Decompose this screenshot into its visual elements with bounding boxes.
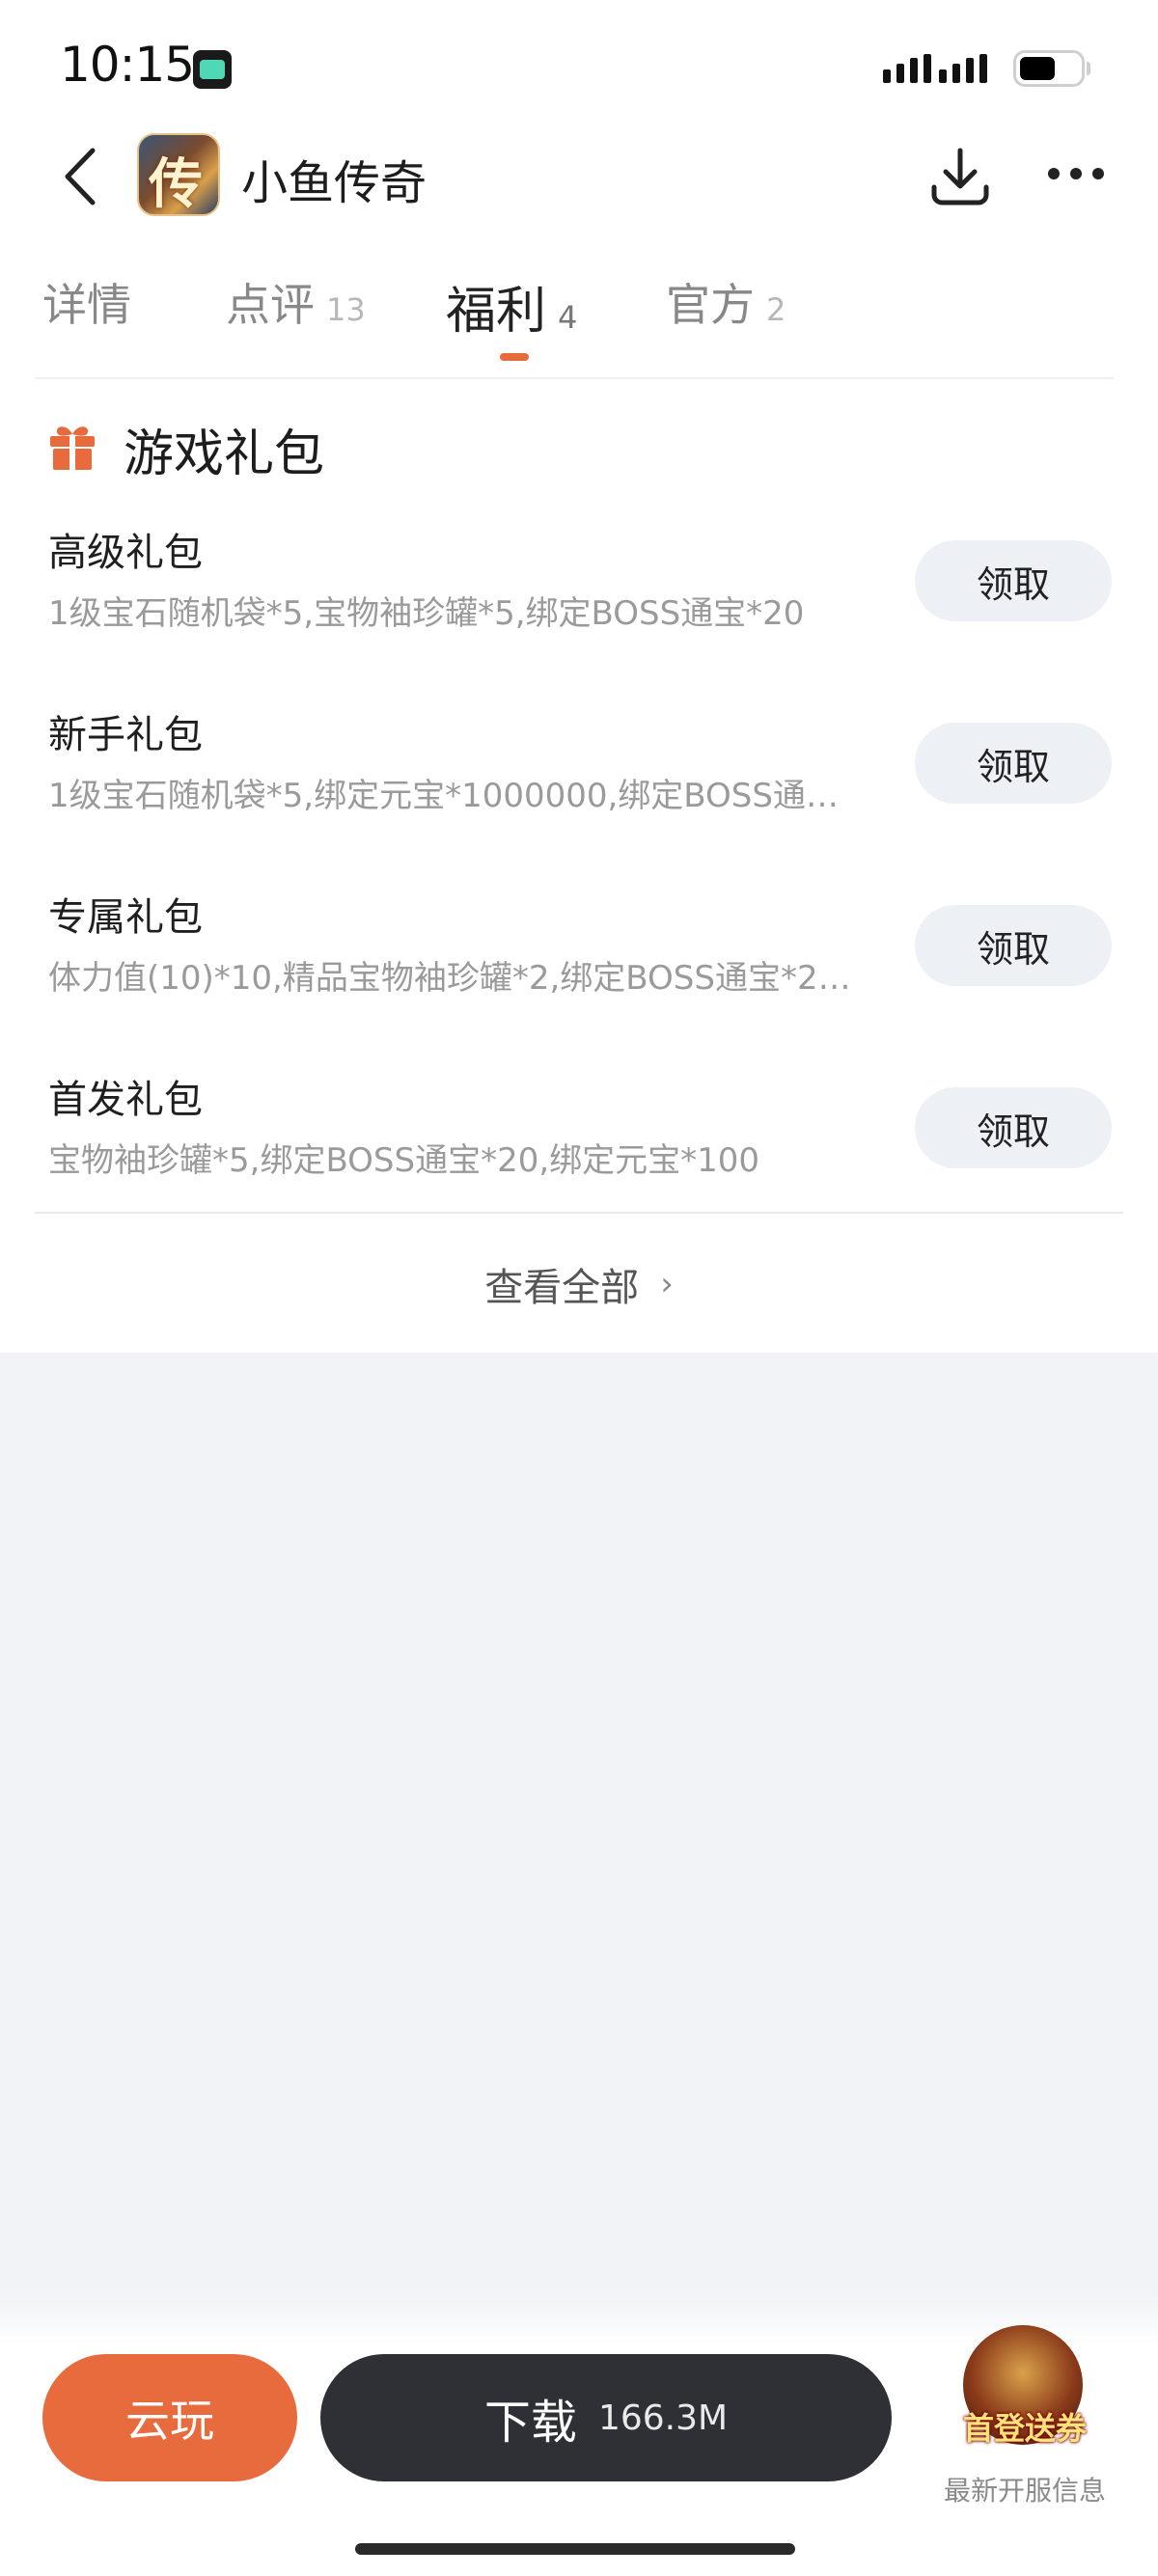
back-arrow-icon[interactable] (58, 143, 106, 210)
active-tab-indicator (500, 353, 529, 361)
battery-cap (1087, 62, 1090, 75)
server-info-label: 最新开服信息 (943, 2475, 1106, 2507)
tab-label: 点评 (226, 279, 315, 331)
gift-name: 高级礼包 (48, 531, 203, 575)
tab-label: 详情 (42, 279, 131, 331)
view-all-link[interactable]: 查看全部 › (0, 1250, 1158, 1318)
bottom-action-bar: 云玩 下载 166.3M 首登送券 最新开服信息 (0, 2296, 1158, 2576)
claim-button[interactable]: 领取 (915, 540, 1112, 621)
server-info-entry[interactable]: 首登送券 最新开服信息 (934, 2325, 1116, 2518)
tab-divider (35, 377, 1114, 379)
server-promo-badge: 首登送券 (962, 2410, 1087, 2447)
status-time: 10:15 (60, 37, 195, 93)
app-screen: 10:15 传 小鱼传奇 详情 点评 13 福利 4 官方 2 游戏礼包 高级礼… (0, 0, 1158, 2576)
status-bar: 10:15 (0, 0, 1158, 125)
view-all-label: 查看全部 (484, 1266, 640, 1310)
gift-description: 宝物袖珍罐*5,绑定BOSS通宝*20,绑定元宝*100 (48, 1141, 760, 1180)
tab-count: 4 (558, 299, 578, 336)
battery-icon (1013, 50, 1085, 87)
download-button[interactable]: 下载 166.3M (320, 2354, 892, 2481)
game-app-icon: 传 (137, 133, 220, 216)
tab-bar: 详情 点评 13 福利 4 官方 2 (0, 270, 1158, 376)
battery-level (1020, 57, 1055, 80)
gift-item: 新手礼包 1级宝石随机袋*5,绑定元宝*1000000,绑定BOSS通宝*20,… (0, 703, 1158, 886)
gift-item: 专属礼包 体力值(10)*10,精品宝物袖珍罐*2,绑定BOSS通宝*20,绑定… (0, 886, 1158, 1068)
tab-label: 官方 (666, 279, 755, 331)
list-divider (35, 1212, 1123, 1214)
tab-reviews[interactable]: 点评 13 (226, 270, 366, 367)
tab-official[interactable]: 官方 2 (666, 270, 786, 367)
section-title: 游戏礼包 (124, 425, 325, 483)
gift-name: 专属礼包 (48, 895, 203, 940)
more-options-icon[interactable] (1042, 154, 1110, 193)
claim-button[interactable]: 领取 (915, 723, 1112, 804)
download-icon[interactable] (926, 143, 994, 210)
gift-name: 新手礼包 (48, 713, 203, 757)
tab-benefits[interactable]: 福利 4 (446, 270, 577, 367)
gift-description: 体力值(10)*10,精品宝物袖珍罐*2,绑定BOSS通宝*20,绑定元宝*10… (48, 959, 868, 998)
gift-description: 1级宝石随机袋*5,宝物袖珍罐*5,绑定BOSS通宝*20 (48, 594, 805, 633)
gift-item: 高级礼包 1级宝石随机袋*5,宝物袖珍罐*5,绑定BOSS通宝*20 领取 (0, 521, 1158, 703)
gift-name: 首发礼包 (48, 1078, 203, 1122)
gift-description: 1级宝石随机袋*5,绑定元宝*1000000,绑定BOSS通宝*20,绑定元宝*… (48, 777, 868, 815)
download-label: 下载 (483, 2396, 577, 2450)
tab-count: 2 (766, 291, 786, 328)
cloud-play-button[interactable]: 云玩 (42, 2354, 297, 2481)
tab-label: 福利 (446, 283, 547, 341)
signal-icon (883, 54, 987, 83)
page-title: 小鱼传奇 (241, 156, 427, 210)
game-icon-glyph: 传 (149, 152, 203, 216)
claim-button[interactable]: 领取 (915, 905, 1112, 986)
tab-details[interactable]: 详情 (42, 270, 131, 367)
chevron-right-icon: › (660, 1265, 674, 1303)
claim-button[interactable]: 领取 (915, 1087, 1112, 1168)
tab-count: 13 (326, 291, 366, 328)
gift-item: 首发礼包 宝物袖珍罐*5,绑定BOSS通宝*20,绑定元宝*100 领取 (0, 1068, 1158, 1250)
gift-icon (50, 426, 95, 470)
home-indicator (355, 2543, 795, 2555)
notification-app-icon (193, 50, 232, 89)
download-size: 166.3M (597, 2398, 729, 2438)
